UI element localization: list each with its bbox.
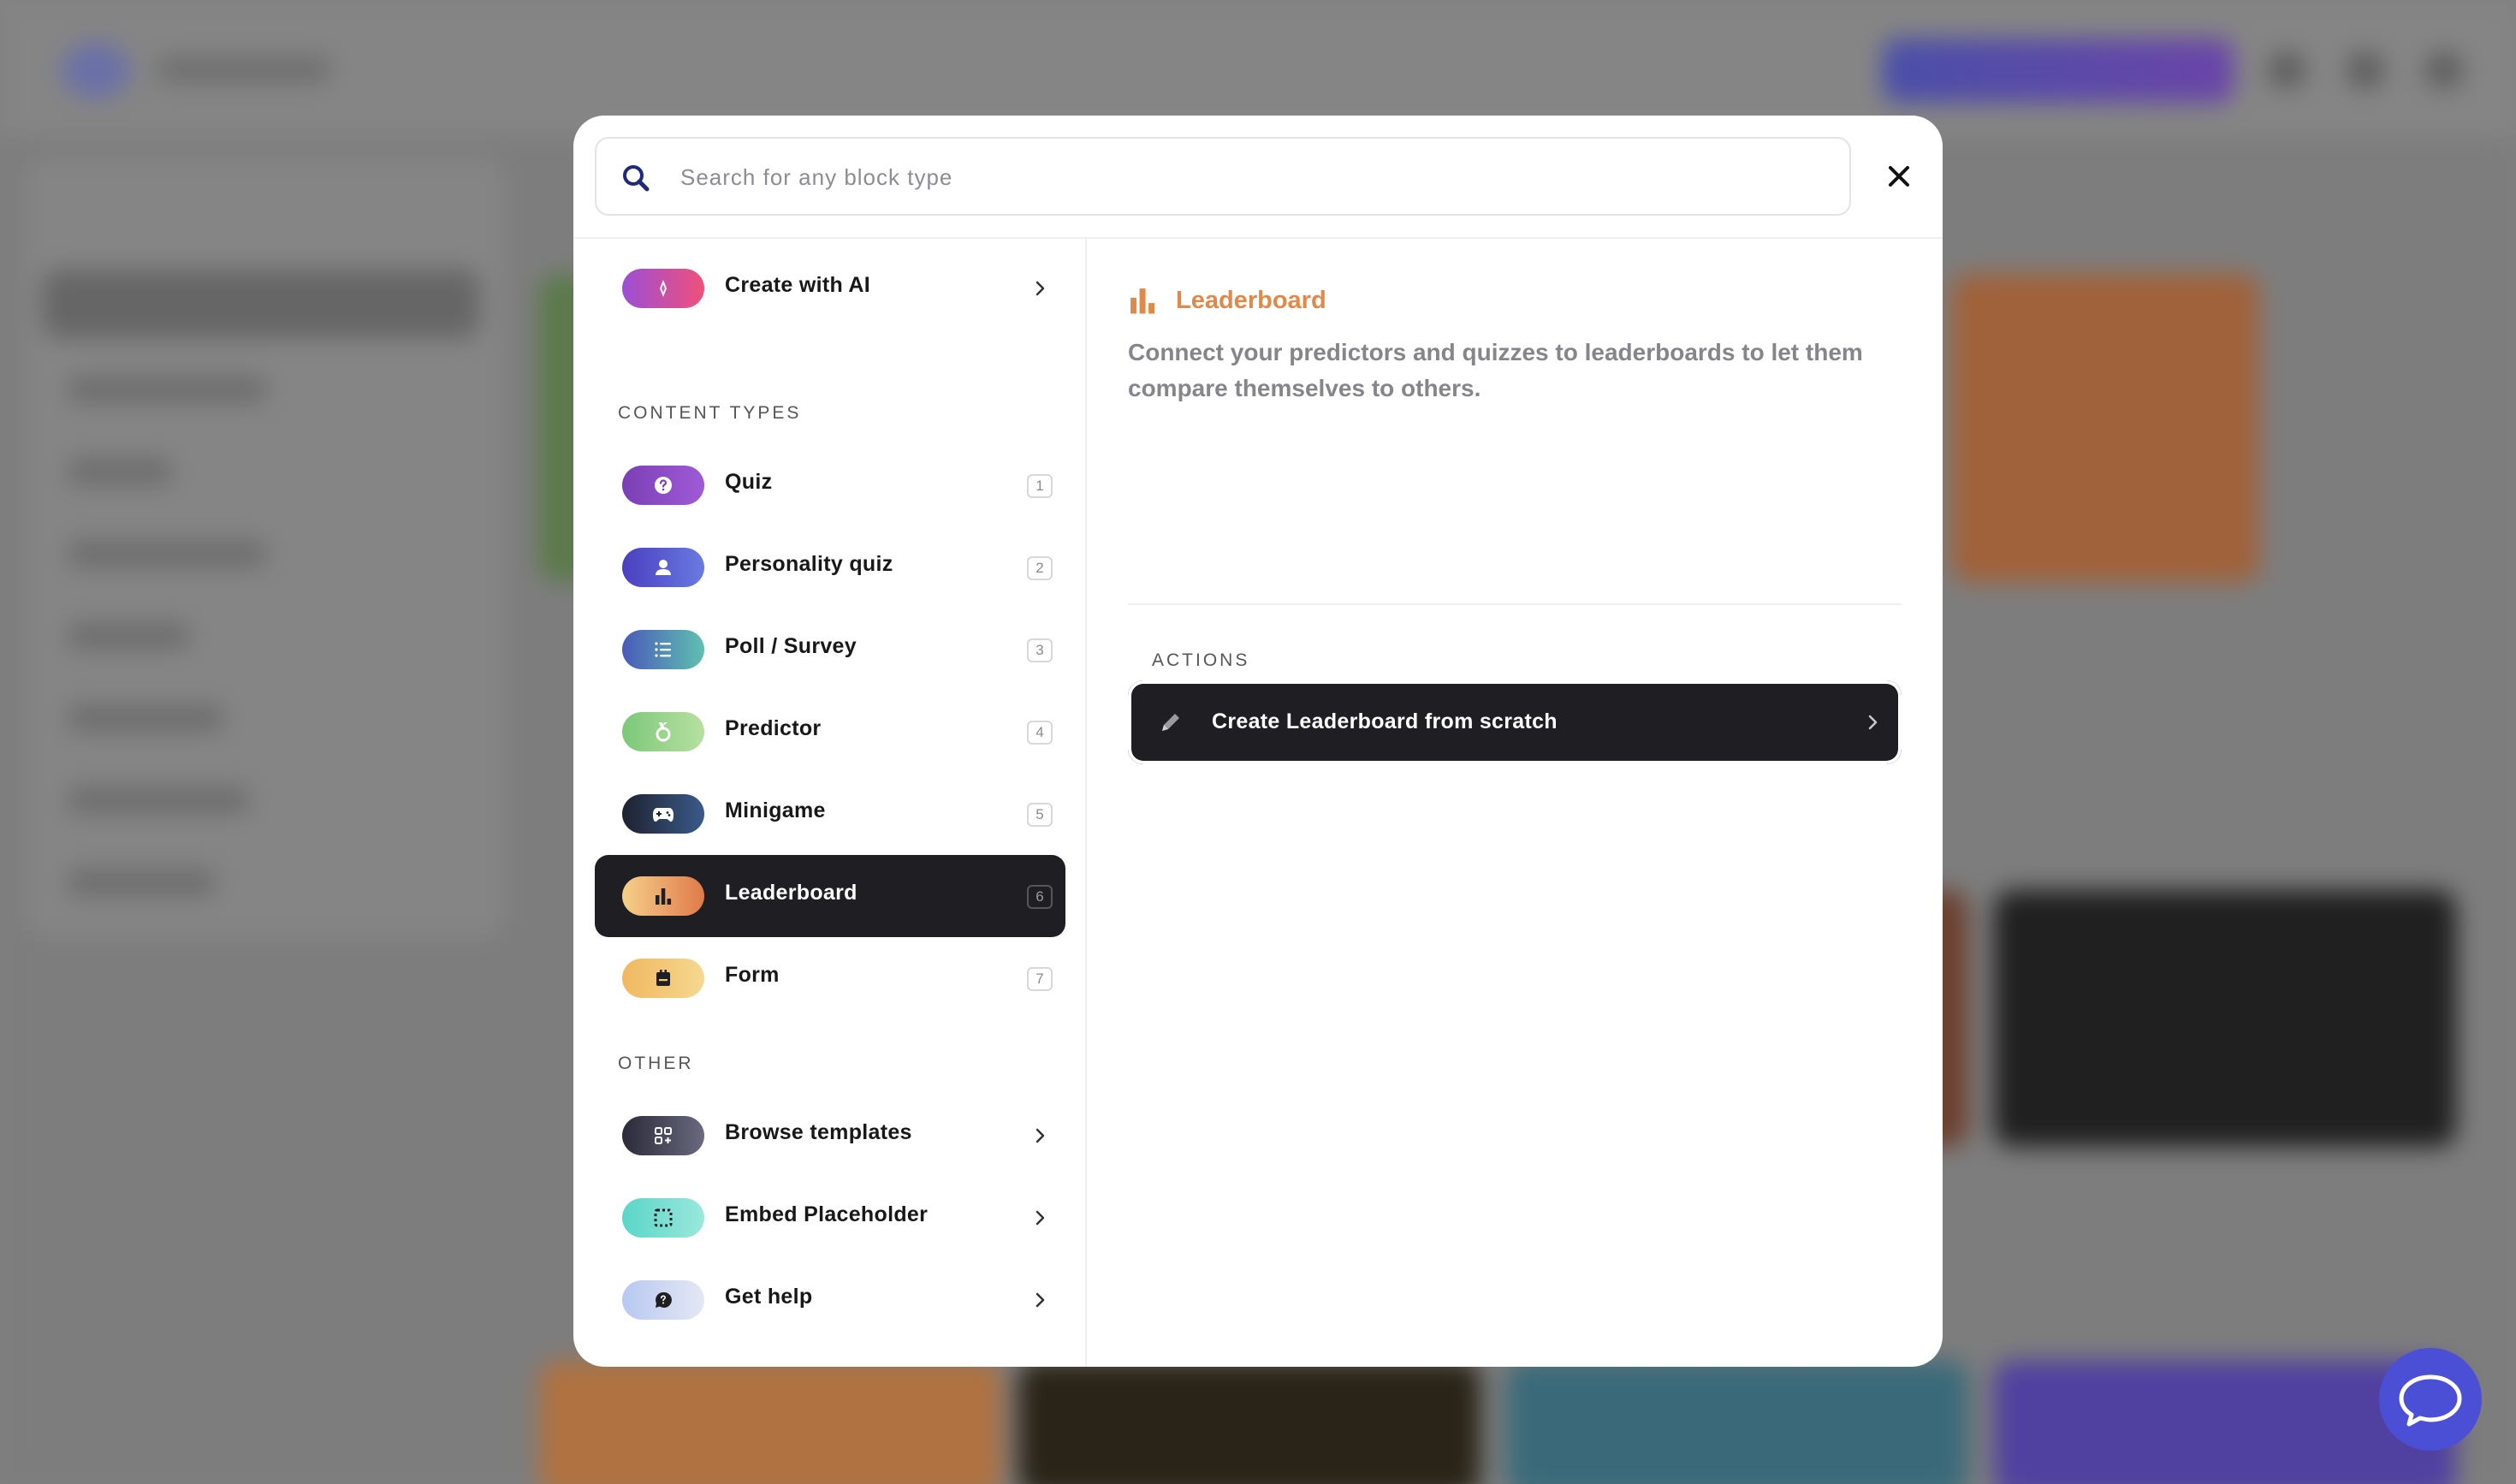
embed-placeholder-item[interactable]: Embed Placeholder — [595, 1177, 1065, 1259]
help-pill — [622, 1280, 704, 1320]
chat-support-button[interactable] — [2379, 1348, 2482, 1451]
bg-icon — [2268, 51, 2305, 89]
bg-sidebar-row — [68, 541, 265, 567]
get-help-label: Get help — [725, 1285, 813, 1309]
shortcut-badge: 4 — [1027, 721, 1053, 745]
bg-cta-button — [1883, 39, 2234, 103]
shortcut-badge: 3 — [1027, 638, 1053, 662]
detail-divider — [1128, 603, 1902, 605]
chevron-right-icon — [1035, 1128, 1045, 1143]
chevron-right-icon — [1035, 281, 1045, 296]
shortcut-badge: 7 — [1027, 967, 1053, 991]
detail-description: Connect your predictors and quizzes to l… — [1128, 339, 1863, 401]
search-row — [595, 137, 1913, 216]
content-types-heading: CONTENT TYPES — [618, 403, 802, 423]
bg-card — [1506, 1361, 1968, 1484]
embed-pill — [622, 1198, 704, 1238]
detail-title: Leaderboard — [1176, 286, 1326, 314]
actions-heading: ACTIONS — [1152, 650, 1250, 670]
bg-card — [1951, 274, 2259, 582]
bg-sidebar-row — [68, 787, 248, 813]
close-button[interactable] — [1878, 156, 1920, 197]
form-pill — [622, 959, 704, 998]
chevron-right-icon — [1035, 1210, 1045, 1226]
browse-templates-label: Browse templates — [725, 1120, 912, 1144]
chevron-right-icon — [1868, 715, 1878, 730]
minigame-label: Minigame — [725, 798, 826, 822]
leaderboard-pill — [622, 876, 704, 916]
ai-pill — [622, 269, 704, 308]
search-icon — [623, 165, 650, 192]
bar-chart-icon — [1130, 288, 1155, 314]
quiz-pill — [622, 466, 704, 505]
search-input[interactable] — [680, 154, 1827, 200]
create-leaderboard-from-scratch-button[interactable]: Create Leaderboard from scratch — [1128, 680, 1902, 764]
bg-card — [1994, 890, 2456, 1147]
pencil-icon — [1162, 714, 1179, 731]
bg-sidebar-row — [68, 377, 265, 402]
list-icon — [655, 642, 671, 657]
bg-sidebar-row — [68, 623, 188, 649]
form-label: Form — [725, 963, 780, 987]
bg-sidebar-row — [68, 705, 223, 731]
person-icon — [656, 560, 671, 575]
bg-card — [1018, 1361, 1481, 1484]
form-icon — [656, 970, 670, 986]
content-type-minigame[interactable]: Minigame 5 — [595, 773, 1065, 855]
bar-chart-icon — [656, 888, 672, 905]
shortcut-badge: 6 — [1027, 885, 1053, 909]
browse-templates-item[interactable]: Browse templates — [595, 1095, 1065, 1177]
other-heading: OTHER — [618, 1054, 694, 1073]
poll-survey-label: Poll / Survey — [725, 634, 857, 658]
shortcut-badge: 1 — [1027, 474, 1053, 498]
create-with-ai-label: Create with AI — [725, 273, 870, 297]
content-type-predictor[interactable]: Predictor 4 — [595, 691, 1065, 773]
question-icon — [655, 477, 672, 494]
search-box[interactable] — [595, 137, 1851, 216]
bg-icon — [2347, 51, 2384, 89]
personality-quiz-label: Personality quiz — [725, 552, 893, 576]
help-chat-icon — [656, 1291, 672, 1308]
embed-placeholder-label: Embed Placeholder — [725, 1202, 929, 1226]
leaderboard-label: Leaderboard — [725, 881, 857, 905]
templates-pill — [622, 1116, 704, 1155]
bg-icon — [2425, 51, 2463, 89]
bg-sidebar-row — [68, 870, 214, 895]
detail-header: Leaderboard — [1128, 283, 1326, 318]
predictor-label: Predictor — [725, 716, 822, 740]
predictor-pill — [622, 712, 704, 751]
medal-icon — [656, 722, 671, 742]
quiz-label: Quiz — [725, 470, 773, 494]
content-type-leaderboard[interactable]: Leaderboard 6 — [595, 855, 1065, 937]
minigame-pill — [622, 794, 704, 834]
content-type-form[interactable]: Form 7 — [595, 937, 1065, 1019]
content-type-poll-survey[interactable]: Poll / Survey 3 — [595, 608, 1065, 691]
bg-sidebar-row — [68, 459, 171, 484]
close-icon — [1889, 166, 1909, 187]
content-type-quiz[interactable]: Quiz 1 — [595, 444, 1065, 526]
templates-icon — [655, 1127, 672, 1144]
shortcut-badge: 5 — [1027, 803, 1053, 827]
bg-card — [539, 1361, 1001, 1484]
create-with-ai-item[interactable]: Create with AI — [595, 247, 1065, 329]
block-type-picker-modal: Create with AI CONTENT TYPES Quiz 1 — [573, 116, 1943, 1367]
create-leaderboard-label: Create Leaderboard from scratch — [1212, 709, 1558, 733]
poll-pill — [622, 630, 704, 669]
get-help-item[interactable]: Get help — [595, 1259, 1065, 1341]
embed-icon — [654, 1208, 673, 1227]
chevron-right-icon — [1035, 1292, 1045, 1308]
block-type-detail: Leaderboard Connect your predictors and … — [1087, 239, 1943, 1367]
chat-bubble-icon — [2399, 1374, 2462, 1427]
personality-quiz-pill — [622, 548, 704, 587]
sparkle-icon — [660, 280, 667, 297]
content-type-personality-quiz[interactable]: Personality quiz 2 — [595, 526, 1065, 608]
gamepad-icon — [653, 808, 674, 822]
shortcut-badge: 2 — [1027, 556, 1053, 580]
bg-sidebar-active — [43, 270, 479, 338]
bg-logo — [62, 43, 130, 98]
bg-brand — [158, 56, 329, 82]
